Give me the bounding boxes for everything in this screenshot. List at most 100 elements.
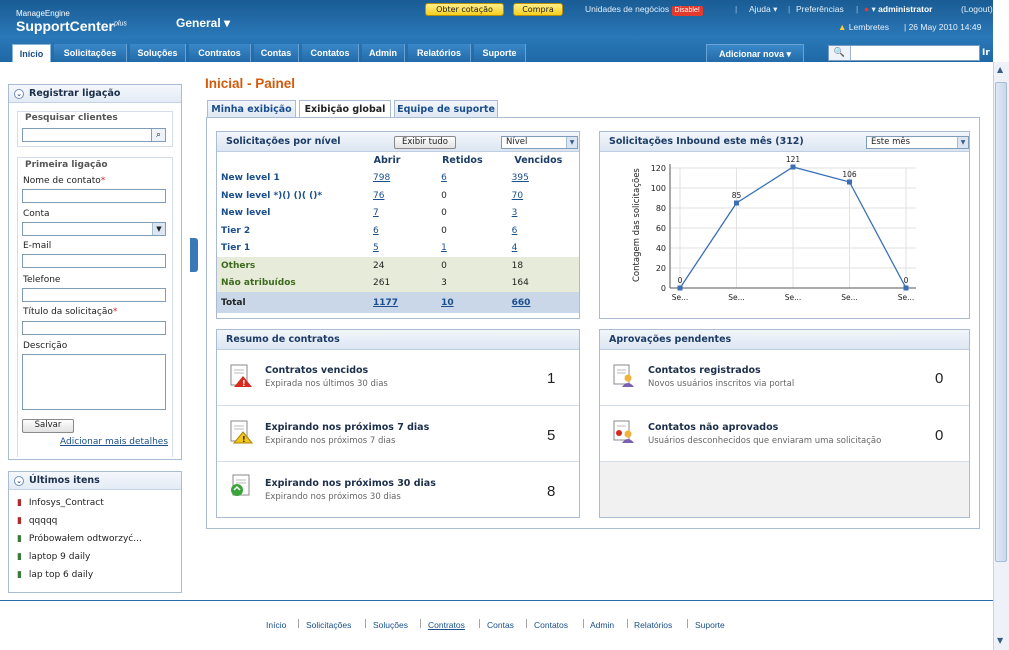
tab-admin[interactable]: Admin [362,44,405,62]
list-item[interactable]: ▮ qqqqq [17,516,57,526]
overdue-total-link[interactable]: 660 [512,298,531,308]
row-subtitle: Expirando nos próximos 7 dias [265,436,396,446]
tab-global-view[interactable]: Exibição global [299,100,391,118]
scrollbar-thumb[interactable] [995,82,1007,562]
tab-solicitacoes[interactable]: Solicitações [54,44,127,62]
open-count-link[interactable]: 798 [373,173,390,183]
footer-link-contatos[interactable]: Contatos [534,620,568,630]
list-item[interactable]: ! Contratos vencidos Expirada nos último… [217,350,579,406]
tab-solucoes[interactable]: Soluções [130,44,186,62]
open-count-link[interactable]: 5 [373,243,379,253]
list-item[interactable]: Expirando nos próximos 30 dias Expirando… [217,462,579,518]
open-count-link[interactable]: 76 [373,191,384,201]
buy-button[interactable]: Compra [513,3,563,16]
account-select[interactable]: ▼ [22,222,166,236]
reminders-link[interactable]: ▲ Lembretes [838,22,889,32]
page-title: Inicial - Painel [205,76,296,91]
chevron-down-icon: ▼ [566,137,577,148]
overdue-count-link[interactable]: 395 [512,173,529,183]
list-item[interactable]: Contatos registrados Novos usuários insc… [600,350,969,406]
global-search-input[interactable]: 🔍 [828,45,980,61]
table-row: Tier 1 5 1 4 [217,240,579,258]
preferences-link[interactable]: Preferências [796,4,844,14]
overdue-count-link[interactable]: 4 [512,243,518,253]
plot-area [646,154,926,310]
tab-contatos[interactable]: Contatos [302,44,359,62]
footer-link-relatorios[interactable]: Relatórios [634,620,672,630]
general-dropdown[interactable]: General ▾ [176,16,230,30]
get-quote-button[interactable]: Obter cotação [425,3,504,16]
scroll-up-icon[interactable]: ▲ [997,65,1003,74]
add-more-details-link[interactable]: Adicionar mais detalhes [60,437,168,447]
register-call-header[interactable]: ⌄ Registrar ligação [9,85,181,103]
collapse-icon[interactable]: ⌄ [14,476,24,486]
footer-link-contas[interactable]: Contas [487,620,514,630]
search-scope-dropdown[interactable]: 🔍 [829,46,851,60]
held-count: 3 [441,278,447,289]
tab-relatorios[interactable]: Relatórios [408,44,471,62]
footer-link-suporte[interactable]: Suporte [695,620,725,630]
help-link[interactable]: Ajuda ▾ [749,4,777,15]
x-tick-label: Se... [728,293,745,302]
tab-contas[interactable]: Contas [254,44,299,62]
y-axis-title: Contagem das solicitações [632,168,642,282]
footer-link-contratos[interactable]: Contratos [428,620,465,630]
level-select[interactable]: Nível ▼ [501,136,578,149]
list-item[interactable]: ▮ Infosys_Contract [17,498,104,508]
tab-inicio[interactable]: Início [12,44,51,62]
list-item[interactable]: Contatos não aprovados Usuários desconhe… [600,406,969,462]
contact-name-field[interactable] [22,189,166,203]
search-clients-label: Pesquisar clientes [25,113,118,123]
sidebar-splitter[interactable] [190,206,198,272]
search-clients-input[interactable] [22,128,152,142]
open-total-link[interactable]: 1177 [373,298,398,308]
list-item[interactable]: ▮ lap top 6 daily [17,570,93,580]
overdue-count-link[interactable]: 3 [512,208,518,218]
email-field[interactable] [22,254,166,268]
held-count-link[interactable]: 6 [441,173,447,183]
overdue-count-link[interactable]: 6 [512,226,518,236]
footer-link-inicio[interactable]: Início [266,620,286,630]
phone-field[interactable] [22,288,166,302]
tab-contratos[interactable]: Contratos [189,44,251,62]
collapse-icon[interactable]: ⌄ [14,89,24,99]
list-item[interactable]: ▮ Próbowałem odtworzyć... [17,534,142,544]
logout-link[interactable]: (Logout) [961,4,993,14]
footer-link-solucoes[interactable]: Soluções [373,620,408,630]
tab-suporte[interactable]: Suporte [474,44,526,62]
data-point [903,285,909,291]
overdue-count-link[interactable]: 70 [512,191,523,201]
footer-link-admin[interactable]: Admin [590,620,614,630]
request-title-field[interactable] [22,321,166,335]
recent-items-header[interactable]: ⌄ Últimos itens [9,472,181,490]
go-button[interactable]: Ir [982,45,994,61]
save-button[interactable]: Salvar [22,419,74,433]
footer-link-solicitacoes[interactable]: Solicitações [306,620,351,630]
add-new-button[interactable]: Adicionar nova ▾ [706,44,804,62]
collapse-sidebar-handle[interactable] [190,238,198,272]
list-item[interactable]: ▮ laptop 9 daily [17,552,90,562]
table-row: Não atribuídos 261 3 164 [217,274,579,292]
open-count-link[interactable]: 6 [373,226,379,236]
held-count: 0 [441,190,447,201]
show-all-button[interactable]: Exibir tudo [394,136,456,149]
data-label: 85 [732,191,742,200]
scroll-down-icon[interactable]: ▼ [997,636,1003,645]
y-tick-label: 60 [656,224,666,233]
held-count-link[interactable]: 1 [441,243,447,253]
held-total-link[interactable]: 10 [441,298,454,308]
open-count-link[interactable]: 7 [373,208,379,218]
list-item[interactable]: ! Expirando nos próximos 7 dias Expirand… [217,406,579,462]
user-menu[interactable]: ● ▾ administrator [864,4,933,15]
tab-support-team[interactable]: Equipe de suporte [394,100,498,118]
tab-my-view[interactable]: Minha exibição [207,100,296,118]
y-axis-title-holder: Contagem das solicitações [630,166,644,286]
search-icon[interactable]: ⌕ [151,128,166,142]
period-select[interactable]: Este mês ▼ [866,136,969,149]
description-textarea[interactable] [22,354,166,410]
row-title: Contratos vencidos [265,365,369,376]
email-label: E-mail [23,241,52,251]
recent-items-panel: ⌄ Últimos itens ▮ Infosys_Contract ▮ qqqq… [8,471,182,593]
business-units-link[interactable]: Unidades de negócios Disable! [585,4,703,16]
disable-badge[interactable]: Disable! [671,6,703,16]
